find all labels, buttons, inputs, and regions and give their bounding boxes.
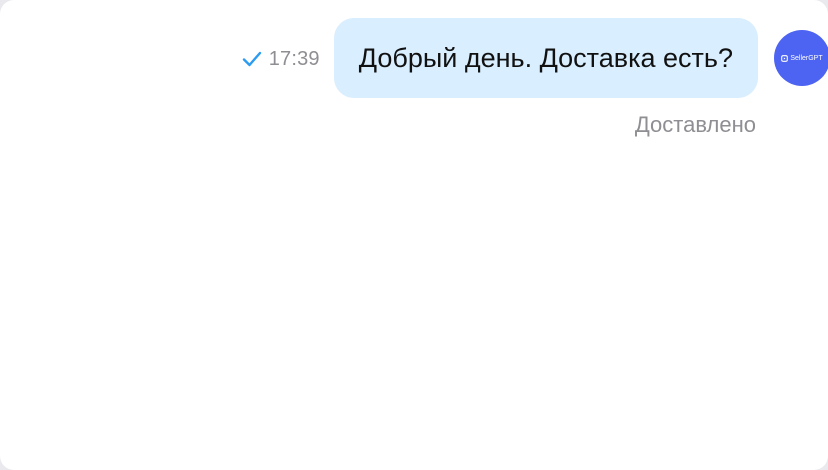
message-time: 17:39 <box>268 47 320 70</box>
logo-text: SellerGPT <box>790 54 823 62</box>
message-text: Добрый день. Доставка есть? <box>358 42 733 73</box>
outgoing-message: 17:39 Добрый день. Доставка есть? Seller… <box>242 18 828 98</box>
delivery-status: Доставлено <box>634 112 756 137</box>
logo-mark-icon <box>781 54 789 62</box>
chat-window: 17:39 Добрый день. Доставка есть? Seller… <box>0 0 828 470</box>
message-meta: 17:39 <box>242 48 320 71</box>
avatar[interactable]: SellerGPT <box>774 30 828 86</box>
sellergpt-logo: SellerGPT <box>781 54 823 62</box>
check-icon <box>242 51 262 67</box>
message-bubble[interactable]: Добрый день. Доставка есть? <box>333 18 758 98</box>
